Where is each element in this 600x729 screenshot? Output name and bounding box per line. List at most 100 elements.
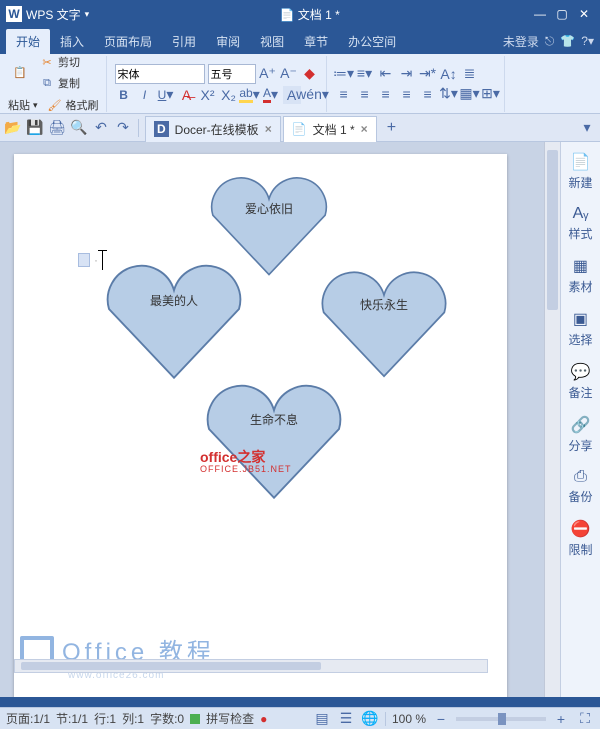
save-icon[interactable]: 💾 bbox=[26, 119, 44, 137]
increase-indent-icon[interactable]: ⇥ bbox=[398, 65, 416, 83]
side-new[interactable]: 📄新建 bbox=[568, 152, 592, 191]
redo-icon[interactable]: ↷ bbox=[114, 119, 132, 137]
side-select[interactable]: ▣选择 bbox=[568, 309, 592, 348]
side-share[interactable]: 🔗分享 bbox=[568, 415, 592, 454]
heart-shape-3[interactable]: 快乐永生 bbox=[314, 266, 454, 382]
cut-button[interactable]: ✂剪切 bbox=[35, 54, 83, 72]
align-center-icon[interactable]: ≡ bbox=[356, 85, 374, 103]
side-panel: 📄新建 Aᵧ样式 ▦素材 ▣选择 💬备注 🔗分享 ⎙备份 ⛔限制 bbox=[560, 142, 600, 697]
heart-4-label: 生命不息 bbox=[199, 411, 349, 428]
zoom-value[interactable]: 100 % bbox=[392, 712, 426, 726]
phonetic-icon[interactable]: wén▾ bbox=[304, 86, 322, 104]
superscript-icon[interactable]: X² bbox=[199, 86, 217, 104]
clipboard-group: 📋 ✂剪切 ⧉复制 粘贴▾ 🖌格式刷 bbox=[4, 56, 107, 112]
undo-icon[interactable]: ↶ bbox=[92, 119, 110, 137]
page: · 爱心依旧 最美的人 快乐永生 生命不息 office之家 OFFICE.J bbox=[14, 154, 507, 697]
tab-workspace[interactable]: 办公空间 bbox=[338, 29, 406, 54]
paste-label: 粘贴 bbox=[8, 97, 30, 113]
heart-shape-2[interactable]: 最美的人 bbox=[99, 259, 249, 384]
document-tab-bar: 📂 💾 🖨 🔍 ↶ ↷ D Docer-在线模板 × 📄 文档 1 * × + … bbox=[0, 114, 600, 142]
view-print-icon[interactable]: ▤ bbox=[313, 710, 331, 728]
view-web-icon[interactable]: 🌐 bbox=[361, 710, 379, 728]
skin-icon[interactable]: ⎋ bbox=[545, 34, 555, 49]
tab-sections[interactable]: 章节 bbox=[294, 29, 338, 54]
show-marks-icon[interactable]: ≣ bbox=[461, 65, 479, 83]
italic-icon[interactable]: I bbox=[136, 86, 154, 104]
canvas[interactable]: · 爱心依旧 最美的人 快乐永生 生命不息 office之家 OFFICE.J bbox=[0, 142, 544, 697]
status-page[interactable]: 页面:1/1 bbox=[6, 710, 50, 727]
horizontal-scrollbar[interactable] bbox=[14, 659, 488, 673]
maximize-button[interactable]: ▢ bbox=[552, 6, 572, 22]
clear-format-icon[interactable]: ◆ bbox=[301, 65, 319, 83]
shrink-font-icon[interactable]: A⁻ bbox=[280, 65, 298, 83]
status-section[interactable]: 节:1/1 bbox=[56, 710, 88, 727]
copy-button[interactable]: ⧉复制 bbox=[35, 73, 83, 93]
tab-references[interactable]: 引用 bbox=[162, 29, 206, 54]
underline-icon[interactable]: U▾ bbox=[157, 86, 175, 104]
tab-view[interactable]: 视图 bbox=[250, 29, 294, 54]
minimize-button[interactable]: — bbox=[530, 6, 550, 22]
app-brand: W WPS 文字 ▾ bbox=[6, 6, 89, 23]
subscript-icon[interactable]: X₂ bbox=[220, 86, 238, 104]
tab-char-icon[interactable]: ⇥* bbox=[419, 65, 437, 83]
side-comments[interactable]: 💬备注 bbox=[568, 362, 592, 401]
close-tab-icon[interactable]: × bbox=[361, 122, 368, 136]
tab-insert[interactable]: 插入 bbox=[50, 29, 94, 54]
borders-icon[interactable]: ⊞▾ bbox=[482, 85, 500, 103]
close-tab-icon[interactable]: × bbox=[265, 122, 272, 136]
align-right-icon[interactable]: ≡ bbox=[377, 85, 395, 103]
text-direction-icon[interactable]: A↕ bbox=[440, 65, 458, 83]
view-outline-icon[interactable]: ☰ bbox=[337, 710, 355, 728]
title-bar: W WPS 文字 ▾ 📄 文档 1 * — ▢ ✕ bbox=[0, 0, 600, 28]
font-size-select[interactable] bbox=[208, 64, 256, 84]
status-chars[interactable]: 字数:0 bbox=[150, 710, 184, 727]
tab-review[interactable]: 审阅 bbox=[206, 29, 250, 54]
heart-shape-4[interactable]: 生命不息 bbox=[199, 379, 349, 504]
align-distribute-icon[interactable]: ≡ bbox=[419, 85, 437, 103]
status-column: 列:1 bbox=[122, 710, 144, 727]
status-bar: 页面:1/1 节:1/1 行:1 列:1 字数:0 拼写检查 ● ▤ ☰ 🌐 1… bbox=[0, 707, 600, 729]
shirt-icon[interactable]: 👕 bbox=[560, 34, 575, 48]
print-icon[interactable]: 🖨 bbox=[48, 119, 66, 137]
side-resources[interactable]: ▦素材 bbox=[568, 256, 592, 295]
tab-docer-template[interactable]: D Docer-在线模板 × bbox=[145, 116, 281, 142]
highlight-icon[interactable]: ab▾ bbox=[241, 86, 259, 104]
side-restrict[interactable]: ⛔限制 bbox=[568, 519, 592, 558]
side-styles[interactable]: Aᵧ样式 bbox=[568, 205, 592, 242]
close-button[interactable]: ✕ bbox=[574, 6, 594, 22]
grow-font-icon[interactable]: A⁺ bbox=[259, 65, 277, 83]
zoom-in-icon[interactable]: + bbox=[552, 710, 570, 728]
tab-list-icon[interactable]: ▾ bbox=[578, 119, 596, 137]
paste-button[interactable]: 📋 bbox=[8, 63, 32, 83]
open-icon[interactable]: 📂 bbox=[4, 119, 22, 137]
print-preview-icon[interactable]: 🔍 bbox=[70, 119, 88, 137]
font-color-icon[interactable]: A▾ bbox=[262, 86, 280, 104]
tab-page-layout[interactable]: 页面布局 bbox=[94, 29, 162, 54]
bullets-icon[interactable]: ≔▾ bbox=[335, 65, 353, 83]
zoom-slider[interactable] bbox=[456, 717, 546, 721]
shading-icon[interactable]: ▦▾ bbox=[461, 85, 479, 103]
bold-icon[interactable]: B bbox=[115, 86, 133, 104]
app-name: WPS 文字 bbox=[26, 6, 81, 23]
tab-document-1[interactable]: 📄 文档 1 * × bbox=[283, 116, 377, 142]
ribbon: 📋 ✂剪切 ⧉复制 粘贴▾ 🖌格式刷 A⁺ A⁻ ◆ B I U▾ A̶ X² … bbox=[0, 54, 600, 114]
font-name-select[interactable] bbox=[115, 64, 205, 84]
status-spell[interactable]: 拼写检查 bbox=[206, 710, 254, 727]
tab-home[interactable]: 开始 bbox=[6, 29, 50, 54]
align-left-icon[interactable]: ≡ bbox=[335, 85, 353, 103]
heart-2-label: 最美的人 bbox=[99, 292, 249, 309]
fullscreen-icon[interactable]: ⛶ bbox=[576, 710, 594, 728]
line-spacing-icon[interactable]: ⇅▾ bbox=[440, 85, 458, 103]
format-painter-button[interactable]: 🖌格式刷 bbox=[43, 95, 102, 114]
vertical-scrollbar[interactable] bbox=[544, 142, 560, 697]
zoom-out-icon[interactable]: − bbox=[432, 710, 450, 728]
side-backup[interactable]: ⎙备份 bbox=[568, 468, 592, 505]
align-justify-icon[interactable]: ≡ bbox=[398, 85, 416, 103]
numbering-icon[interactable]: ≡▾ bbox=[356, 65, 374, 83]
heart-3-label: 快乐永生 bbox=[314, 296, 454, 313]
help-icon[interactable]: ?▾ bbox=[581, 34, 594, 48]
login-status[interactable]: 未登录 bbox=[503, 33, 539, 50]
decrease-indent-icon[interactable]: ⇤ bbox=[377, 65, 395, 83]
new-tab-button[interactable]: + bbox=[379, 117, 404, 139]
strike-icon[interactable]: A̶ bbox=[178, 86, 196, 104]
